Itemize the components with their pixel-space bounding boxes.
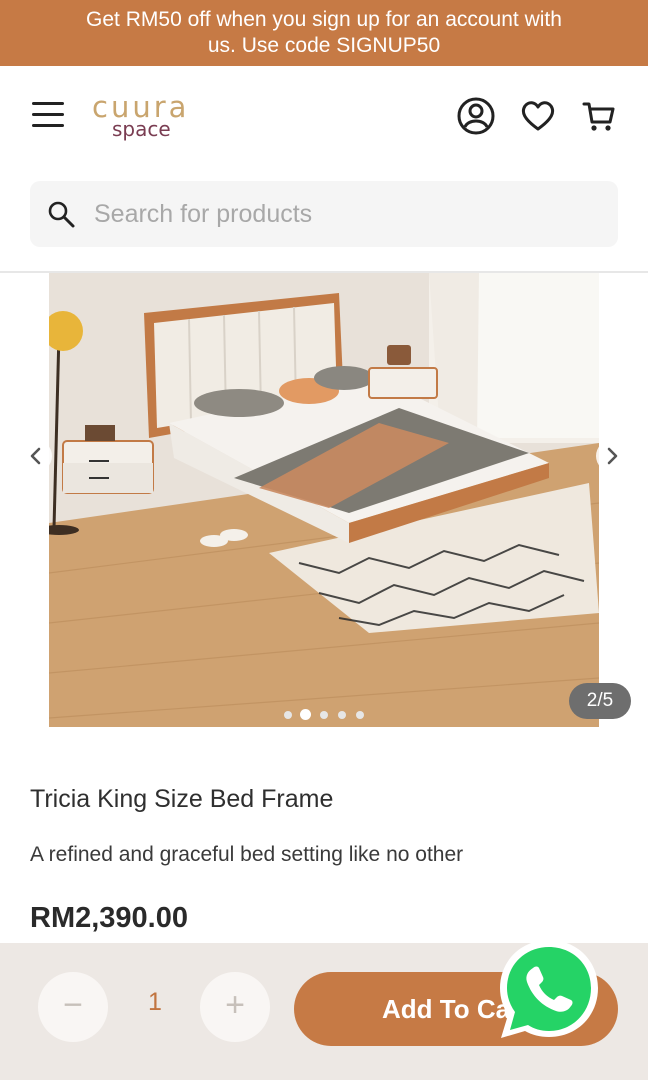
gallery-prev-button[interactable]	[20, 440, 52, 472]
site-header: cuura space	[0, 66, 648, 166]
account-icon[interactable]	[456, 96, 496, 136]
gallery-dot[interactable]	[356, 711, 364, 719]
logo[interactable]: cuura space	[92, 92, 202, 141]
quantity-value[interactable]: 1	[130, 988, 180, 1017]
menu-icon[interactable]	[32, 100, 66, 130]
wishlist-heart-icon[interactable]	[518, 96, 558, 136]
search-input[interactable]	[94, 181, 594, 247]
cart-icon[interactable]	[579, 96, 619, 136]
product-title: Tricia King Size Bed Frame	[30, 785, 334, 813]
logo-wordmark-bottom: space	[112, 117, 171, 141]
product-subtitle: A refined and graceful bed setting like …	[30, 843, 464, 866]
promo-line-2: us. Use code SIGNUP50	[207, 34, 441, 57]
gallery-next-button[interactable]	[596, 440, 628, 472]
gallery-dot[interactable]	[338, 711, 346, 719]
product-price: RM2,390.00	[30, 902, 188, 934]
whatsapp-icon[interactable]	[492, 932, 606, 1046]
product-image[interactable]	[49, 273, 599, 727]
quantity-increase-button[interactable]: +	[200, 972, 270, 1042]
gallery-counter: 2/5	[569, 683, 631, 719]
quantity-decrease-button[interactable]: −	[38, 972, 108, 1042]
chevron-right-icon	[607, 447, 618, 465]
gallery-dot[interactable]	[320, 711, 328, 719]
promo-banner: Get RM50 off when you sign up for an acc…	[0, 0, 648, 66]
promo-line-1: Get RM50 off when you sign up for an acc…	[86, 8, 562, 31]
gallery-dot-active[interactable]	[300, 709, 311, 720]
gallery-dot[interactable]	[284, 711, 292, 719]
chevron-left-icon	[30, 447, 41, 465]
search-bar	[30, 181, 618, 247]
search-icon	[46, 199, 76, 229]
gallery-pagination	[280, 708, 370, 722]
